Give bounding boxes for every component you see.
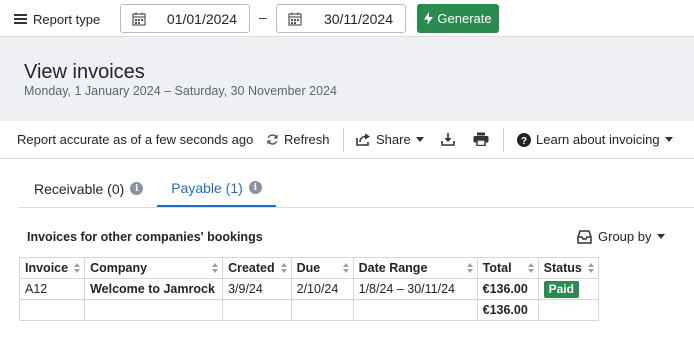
report-type-label: Report type: [33, 11, 101, 27]
refresh-label: Refresh: [284, 132, 330, 147]
column-label: Company: [90, 261, 148, 275]
column-label: Total: [482, 261, 512, 275]
table-heading: Invoices for other companies' bookings: [27, 230, 263, 244]
generate-button[interactable]: Generate: [417, 4, 499, 33]
generate-label: Generate: [437, 11, 492, 26]
share-label: Share: [376, 132, 411, 147]
refresh-button[interactable]: Refresh: [266, 132, 330, 147]
column-label: Invoice: [25, 261, 69, 275]
empty-cell: [352, 299, 478, 321]
divider: [503, 128, 504, 152]
total-cell: €136.00: [476, 278, 539, 300]
sort-icon: [527, 263, 534, 274]
share-icon: [356, 133, 370, 146]
empty-cell: [290, 299, 354, 321]
sort-icon: [74, 263, 81, 274]
column-label: Date Range: [358, 261, 428, 275]
end-date-value: 30/11/2024: [323, 11, 393, 27]
tab-payable-label: Payable (1): [171, 179, 243, 196]
start-date-field[interactable]: 01/01/2024: [120, 4, 250, 33]
column-label: Due: [296, 261, 321, 275]
page-subtitle: Monday, 1 January 2024 – Saturday, 30 No…: [24, 84, 337, 98]
created-cell: 3/9/24: [222, 278, 292, 300]
column-header-total[interactable]: Total: [476, 257, 539, 279]
group-by-button[interactable]: Group by: [577, 229, 666, 244]
sort-icon: [280, 263, 287, 274]
sort-icon: [466, 263, 473, 274]
start-date-value: 01/01/2024: [166, 11, 237, 27]
invoice-tabs: Receivable (0) i Payable (1) i: [18, 170, 694, 208]
column-header-company[interactable]: Company: [84, 257, 224, 279]
info-icon[interactable]: i: [248, 181, 262, 194]
status-badge: Paid: [543, 280, 579, 298]
svg-text:?: ?: [521, 136, 527, 147]
help-icon: ?: [517, 132, 531, 147]
table-header-row: Invoice Company Created Due Date Range T…: [18, 257, 599, 279]
column-header-created[interactable]: Created: [222, 257, 292, 279]
table-row[interactable]: A12 Welcome to Jamrock 3/9/24 2/10/24 1/…: [18, 278, 599, 300]
page-title: View invoices: [24, 61, 145, 83]
column-header-invoice[interactable]: Invoice: [18, 257, 86, 279]
chevron-down-icon: [664, 137, 673, 142]
status-cell: Paid: [537, 278, 599, 300]
chevron-down-icon: [657, 234, 666, 239]
empty-cell: [537, 299, 599, 321]
date-separator: –: [259, 9, 267, 25]
empty-cell: [18, 299, 86, 321]
report-action-bar: Report accurate as of a few seconds ago …: [0, 121, 694, 159]
learn-about-invoicing-button[interactable]: ? Learn about invoicing: [517, 132, 673, 147]
date-range-cell: 1/8/24 – 30/11/24: [352, 278, 478, 300]
column-header-due[interactable]: Due: [290, 257, 354, 279]
info-icon[interactable]: i: [130, 182, 144, 195]
divider: [343, 128, 344, 152]
page-header: View invoices Monday, 1 January 2024 – S…: [0, 37, 694, 121]
refresh-icon: [267, 134, 278, 145]
report-accuracy-label: Report accurate as of a few seconds ago: [17, 132, 254, 147]
group-by-label: Group by: [598, 229, 652, 244]
sort-icon: [212, 263, 219, 274]
invoice-cell: A12: [18, 278, 86, 300]
empty-cell: [84, 299, 224, 321]
report-type-button[interactable]: Report type: [14, 9, 100, 29]
chevron-down-icon: [415, 137, 424, 142]
column-label: Status: [543, 261, 582, 275]
company-cell: Welcome to Jamrock: [84, 278, 224, 300]
print-icon: [473, 132, 489, 146]
inbox-icon: [577, 229, 592, 244]
menu-icon: [14, 14, 27, 24]
download-button[interactable]: [441, 132, 455, 146]
learn-label: Learn about invoicing: [536, 132, 660, 147]
due-cell: 2/10/24: [290, 278, 354, 300]
end-date-field[interactable]: 30/11/2024: [276, 4, 406, 33]
calendar-icon: [132, 12, 146, 26]
calendar-icon: [288, 12, 302, 26]
sort-icon: [342, 263, 349, 274]
invoices-table: Invoice Company Created Due Date Range T…: [18, 257, 599, 321]
tab-payable[interactable]: Payable (1) i: [157, 170, 276, 207]
print-button[interactable]: [473, 132, 489, 146]
footer-total-cell: €136.00: [476, 299, 539, 321]
top-toolbar: Report type 01/01/2024 – 30/11/2024 Gene…: [0, 0, 694, 37]
download-icon: [441, 133, 455, 146]
share-button[interactable]: Share: [356, 132, 424, 147]
lightning-icon: [424, 12, 434, 25]
column-header-status[interactable]: Status: [537, 257, 599, 279]
column-label: Created: [228, 261, 275, 275]
tab-receivable-label: Receivable (0): [34, 180, 125, 197]
column-header-date-range[interactable]: Date Range: [352, 257, 478, 279]
empty-cell: [222, 299, 292, 321]
tab-receivable[interactable]: Receivable (0) i: [34, 170, 144, 207]
table-footer-row: €136.00: [18, 299, 599, 321]
sort-icon: [587, 263, 594, 274]
report-accuracy-text: Report accurate as of a few seconds ago: [17, 132, 253, 147]
